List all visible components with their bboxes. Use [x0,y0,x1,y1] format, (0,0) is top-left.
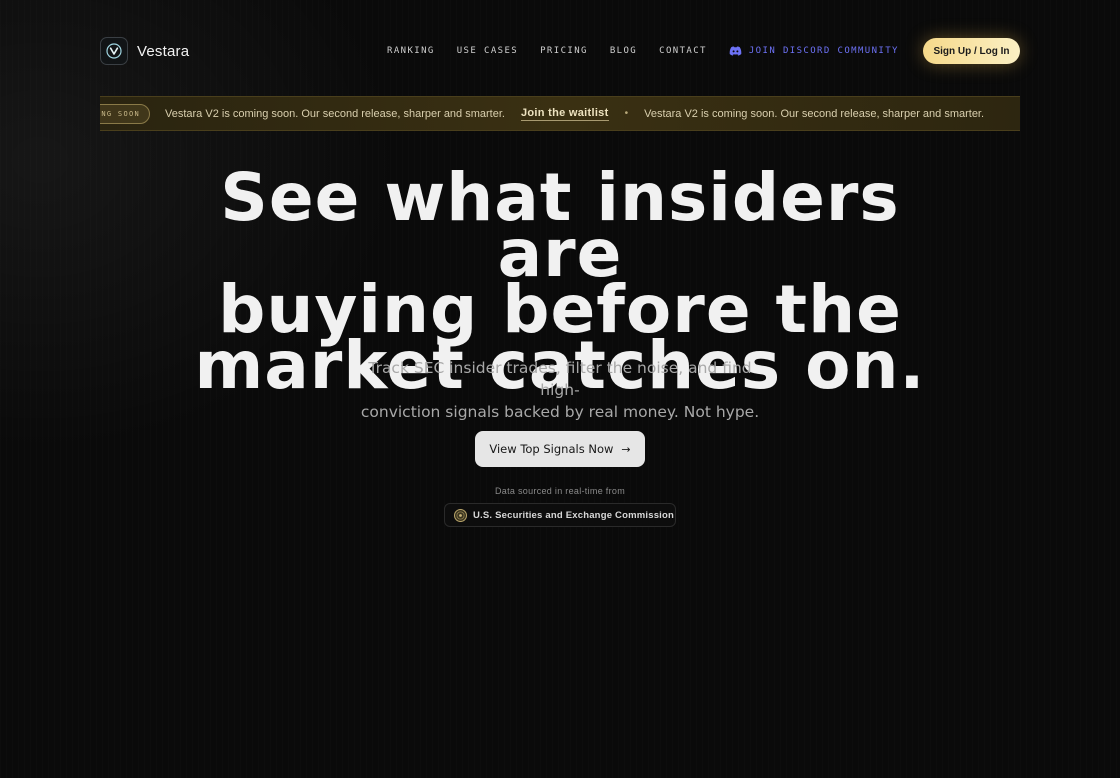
brand[interactable]: Vestara [100,37,189,65]
signup-login-button[interactable]: Sign Up / Log In [923,38,1020,64]
coming-soon-pill: NG SOON [100,103,150,124]
brand-name: Vestara [137,42,190,60]
cta-label: View Top Signals Now [489,442,614,456]
hero-subtitle: Track SEC insider trades, filter the noi… [360,357,760,423]
data-source-label: Data sourced in real-time from [494,486,626,496]
discord-icon [729,46,742,56]
sec-source-badge: U.S. Securities and Exchange Commission [444,503,676,527]
nav-link-use-cases[interactable]: USE CASES [457,46,518,56]
join-waitlist-link[interactable]: Join the waitlist [520,107,609,121]
main-nav: RANKING USE CASES PRICING BLOG CONTACT J… [387,37,899,65]
sec-name: U.S. Securities and Exchange Commission [473,509,675,521]
announcement-message-repeat: Vestara V2 is coming soon. Our second re… [644,107,985,120]
announcement-message: Vestara V2 is coming soon. Our second re… [165,107,505,120]
hero-title-line: See what insiders are [220,159,900,292]
nav-link-ranking[interactable]: RANKING [387,46,435,56]
discord-link-label: JOIN DISCORD COMMUNITY [748,46,899,56]
nav-link-pricing[interactable]: PRICING [540,46,588,56]
announcement-separator: • [624,108,629,119]
discord-community-link[interactable]: JOIN DISCORD COMMUNITY [729,46,899,56]
site-header: Vestara RANKING USE CASES PRICING BLOG C… [100,37,1020,65]
view-top-signals-button[interactable]: View Top Signals Now → [475,431,645,467]
hero-subtitle-line: Track SEC insider trades, filter the noi… [368,359,752,399]
arrow-right-icon: → [621,442,631,456]
nav-link-blog[interactable]: BLOG [610,46,637,56]
v-logo-icon [100,37,128,65]
sec-seal-icon [454,508,467,522]
announcement-bar: NG SOON Vestara V2 is coming soon. Our s… [100,96,1020,131]
announcement-track: NG SOON Vestara V2 is coming soon. Our s… [100,97,984,130]
nav-link-contact[interactable]: CONTACT [659,46,707,56]
hero-subtitle-line: conviction signals backed by real money.… [360,403,760,421]
